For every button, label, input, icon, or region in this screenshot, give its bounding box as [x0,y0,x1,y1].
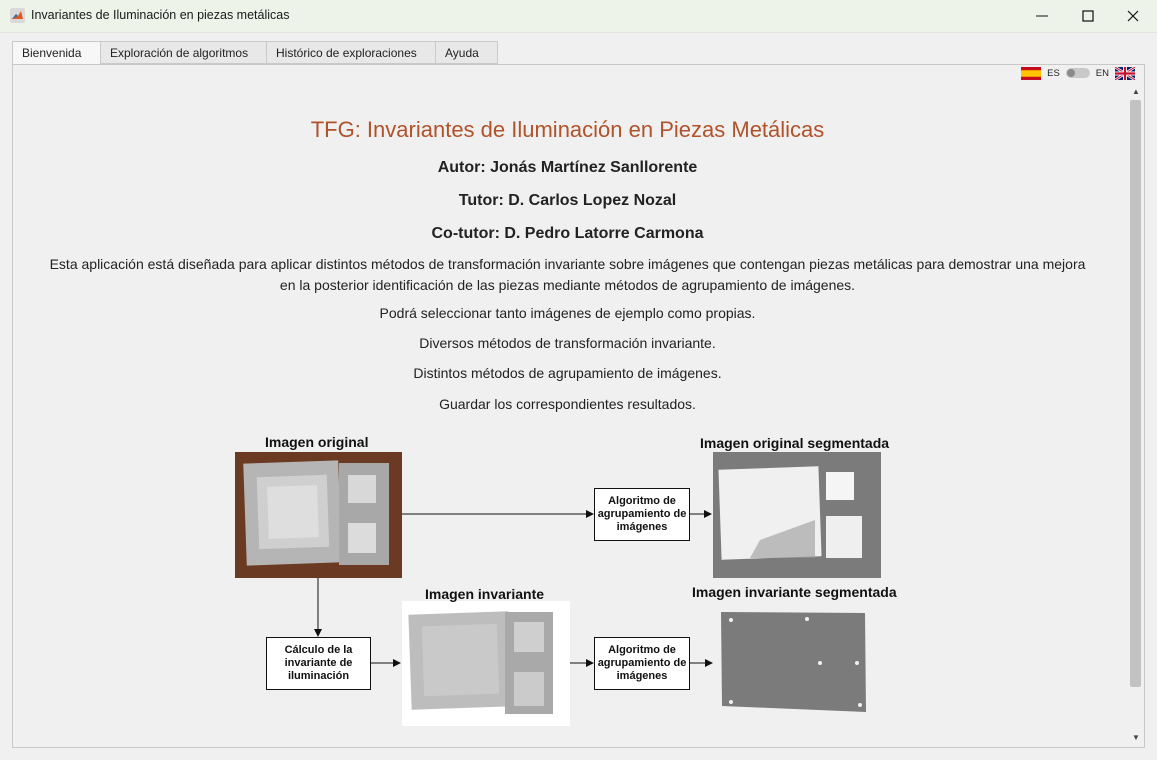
invariant-image [402,601,570,726]
invariant-segmented-label: Imagen invariante segmentada [692,584,897,600]
clustering-box-text: Algoritmo de agrupamiento de imágenes [597,495,687,533]
invariant-calculation-box: Cálculo de la invariante de iluminación [266,637,371,690]
original-image [235,452,402,578]
invariant-segmented-image [721,612,866,712]
workflow-diagram [235,452,881,726]
clustering-box-text: Algoritmo de agrupamiento de imágenes [597,644,687,682]
original-image-label: Imagen original [265,434,369,450]
clustering-algorithm-box-bottom: Algoritmo de agrupamiento de imágenes [594,637,690,690]
invariant-image-label: Imagen invariante [425,586,545,602]
original-segmented-label: Imagen original segmentada [700,435,890,451]
clustering-algorithm-box-top: Algoritmo de agrupamiento de imágenes [594,488,690,541]
invariant-box-text: Cálculo de la invariante de iluminación [284,644,353,682]
original-segmented-image [713,452,881,578]
